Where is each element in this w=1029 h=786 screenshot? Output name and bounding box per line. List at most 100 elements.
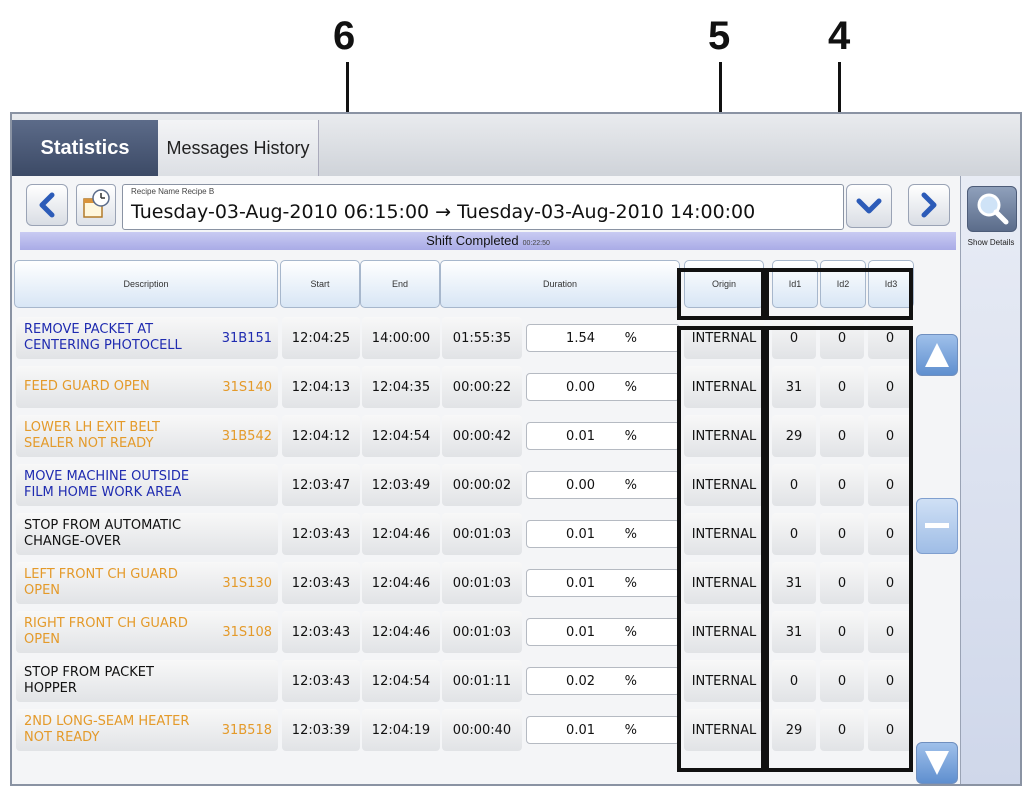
description-text: REMOVE PACKET AT CENTERING PHOTOCELL [24, 322, 182, 353]
magnifier-icon [977, 193, 1009, 225]
duration-cell: 00:00:40 [442, 709, 522, 751]
end-cell: 12:04:35 [362, 366, 440, 408]
message-code: 31S130 [222, 576, 272, 591]
triangle-down-icon [925, 751, 949, 775]
duration-cell: 00:01:03 [442, 611, 522, 653]
start-cell: 12:04:12 [282, 415, 360, 457]
scroll-down-button[interactable] [916, 742, 958, 784]
end-cell: 12:04:54 [362, 660, 440, 702]
description-text: MOVE MACHINE OUTSIDE FILM HOME WORK AREA [24, 469, 190, 500]
percent-value: 0.01 [566, 526, 595, 542]
chevron-left-icon [39, 192, 55, 218]
shift-status-text: Shift Completed [426, 233, 519, 248]
origin-column-highlight [677, 326, 765, 772]
grip-icon [925, 523, 949, 528]
percent-cell: 0.00% [526, 471, 680, 499]
percent-value: 0.02 [566, 673, 595, 689]
percent-sign: % [624, 379, 637, 395]
duration-cell: 00:01:03 [442, 562, 522, 604]
id-columns-highlight [765, 326, 913, 772]
percent-cell: 0.01% [526, 422, 680, 450]
next-button[interactable] [908, 184, 950, 226]
percent-cell: 0.02% [526, 667, 680, 695]
percent-sign: % [624, 428, 637, 444]
description-text: 2ND LONG-SEAM HEATER NOT READY [24, 714, 190, 745]
percent-cell: 0.01% [526, 716, 680, 744]
percent-sign: % [624, 722, 637, 738]
end-cell: 12:03:49 [362, 464, 440, 506]
description-cell: RIGHT FRONT CH GUARD OPEN 31S108 [16, 611, 278, 653]
duration-cell: 00:00:02 [442, 464, 522, 506]
description-cell: FEED GUARD OPEN 31S140 [16, 366, 278, 408]
description-cell: LEFT FRONT CH GUARD OPEN 31S130 [16, 562, 278, 604]
percent-value: 0.01 [566, 722, 595, 738]
scroll-up-button[interactable] [916, 334, 958, 376]
column-header-end[interactable]: End [360, 260, 440, 308]
description-cell: 2ND LONG-SEAM HEATER NOT READY 31B518 [16, 709, 278, 751]
description-text: LEFT FRONT CH GUARD OPEN [24, 567, 178, 598]
message-code: 31S140 [222, 380, 272, 395]
description-cell: REMOVE PACKET AT CENTERING PHOTOCELL 31B1… [16, 317, 278, 359]
percent-sign: % [624, 673, 637, 689]
message-code: 31B151 [221, 331, 272, 346]
recipe-name-label: Recipe Name Recipe B [131, 187, 215, 196]
column-header-start[interactable]: Start [280, 260, 360, 308]
duration-cell: 00:01:03 [442, 513, 522, 555]
shift-duration: 00:22:50 [522, 240, 550, 247]
message-code: 31B542 [221, 429, 272, 444]
start-cell: 12:04:13 [282, 366, 360, 408]
description-text: RIGHT FRONT CH GUARD OPEN [24, 616, 188, 647]
dropdown-button[interactable] [846, 184, 892, 228]
start-cell: 12:03:39 [282, 709, 360, 751]
description-cell: LOWER LH EXIT BELT SEALER NOT READY 31B54… [16, 415, 278, 457]
description-text: LOWER LH EXIT BELT SEALER NOT READY [24, 420, 160, 451]
chevron-right-icon [921, 192, 937, 218]
start-cell: 12:03:43 [282, 611, 360, 653]
percent-value: 1.54 [566, 330, 595, 346]
show-details-label: Show Details [967, 238, 1015, 247]
description-cell: STOP FROM PACKET HOPPER [16, 660, 278, 702]
duration-cell: 00:01:11 [442, 660, 522, 702]
triangle-up-icon [925, 343, 949, 367]
calendar-clock-icon [83, 189, 110, 218]
end-cell: 12:04:46 [362, 562, 440, 604]
right-panel: Show Details [960, 176, 1020, 784]
end-cell: 14:00:00 [362, 317, 440, 359]
end-cell: 12:04:46 [362, 611, 440, 653]
start-cell: 12:03:47 [282, 464, 360, 506]
scrollbar-thumb[interactable] [916, 498, 958, 554]
duration-cell: 01:55:35 [442, 317, 522, 359]
tab-statistics[interactable]: Statistics [12, 120, 158, 176]
duration-cell: 00:00:22 [442, 366, 522, 408]
percent-cell: 0.01% [526, 618, 680, 646]
tab-bar: Statistics Messages History [12, 114, 1020, 176]
percent-cell: 0.00% [526, 373, 680, 401]
percent-sign: % [624, 477, 637, 493]
calendar-button[interactable] [76, 184, 116, 226]
percent-value: 0.01 [566, 428, 595, 444]
tab-messages-history[interactable]: Messages History [158, 120, 319, 176]
description-cell: STOP FROM AUTOMATIC CHANGE-OVER [16, 513, 278, 555]
callout-4: 4 [828, 14, 851, 58]
end-cell: 12:04:46 [362, 513, 440, 555]
previous-button[interactable] [26, 184, 68, 226]
origin-header-highlight [677, 268, 765, 320]
show-details-button[interactable] [967, 186, 1017, 232]
percent-value: 0.00 [566, 477, 595, 493]
start-cell: 12:03:43 [282, 660, 360, 702]
recipe-date-range-field[interactable]: Recipe Name Recipe B Tuesday-03-Aug-2010… [122, 184, 844, 230]
end-cell: 12:04:19 [362, 709, 440, 751]
percent-cell: 0.01% [526, 569, 680, 597]
percent-value: 0.01 [566, 575, 595, 591]
description-text: STOP FROM AUTOMATIC CHANGE-OVER [24, 518, 182, 549]
start-cell: 12:03:43 [282, 562, 360, 604]
column-header-duration[interactable]: Duration [440, 260, 680, 308]
description-cell: MOVE MACHINE OUTSIDE FILM HOME WORK AREA [16, 464, 278, 506]
percent-cell: 1.54% [526, 324, 680, 352]
column-header-description[interactable]: Description [14, 260, 278, 308]
callout-5: 5 [708, 14, 731, 58]
description-text: FEED GUARD OPEN [24, 379, 150, 394]
id-header-highlight [765, 268, 913, 320]
percent-cell: 0.01% [526, 520, 680, 548]
duration-cell: 00:00:42 [442, 415, 522, 457]
